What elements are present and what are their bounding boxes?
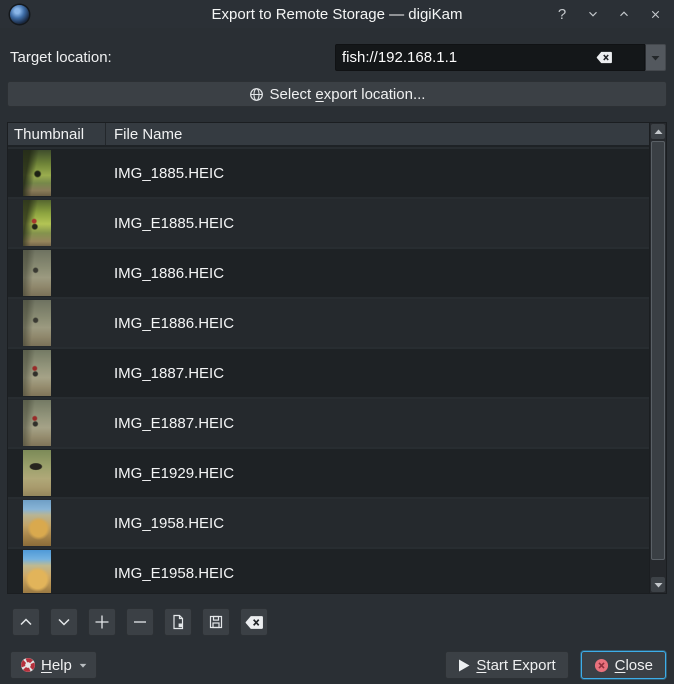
thumbnail-image [23,300,51,346]
move-up-button[interactable] [12,608,40,636]
digikam-app-icon [10,5,29,24]
dropdown-caret-icon [79,660,87,671]
table-row[interactable]: IMG_E1929.HEIC [8,447,649,497]
table-body: IMG_1885.HEIC IMG_E1885.HEIC IMG_1886.HE… [8,147,649,593]
file-name: IMG_E1885.HEIC [114,215,234,232]
close-window-button[interactable] [646,5,664,23]
triangle-up-icon [654,129,663,135]
file-name: IMG_1887.HEIC [114,365,224,382]
backspace-clear-icon [245,615,264,630]
scrollbar-thumb[interactable] [651,141,665,560]
table-row[interactable]: IMG_E1886.HEIC [8,297,649,347]
triangle-down-icon [654,582,663,588]
target-location-combobox [335,44,666,71]
clear-text-button[interactable] [595,49,613,65]
table-row[interactable]: IMG_1958.HEIC [8,497,649,547]
play-icon [458,659,470,672]
document-icon [170,614,186,630]
start-export-button[interactable]: Start Export [445,651,568,679]
thumbnail-image [23,150,51,196]
combobox-dropdown-button[interactable] [645,44,666,71]
maximize-button[interactable] [615,5,633,23]
thumbnail-image [23,400,51,446]
list-toolbar [12,608,674,636]
file-name: IMG_1885.HEIC [114,165,224,182]
chevron-down-icon [586,7,600,21]
question-mark-icon: ? [558,6,566,23]
move-down-button[interactable] [50,608,78,636]
file-name: IMG_E1886.HEIC [114,315,234,332]
file-name: IMG_E1887.HEIC [114,415,234,432]
titlebar: Export to Remote Storage — digiKam ? [0,0,674,28]
start-export-label: Start Export [476,657,555,674]
target-location-label: Target location: [10,49,112,66]
globe-icon [249,87,264,102]
thumbnail-image [23,200,51,246]
scroll-down-button[interactable] [651,577,665,592]
select-export-location-label: Select export location... [270,86,426,103]
clear-list-button[interactable] [240,608,268,636]
file-name: IMG_1886.HEIC [114,265,224,282]
dropdown-arrow-icon [651,55,660,61]
load-list-button[interactable] [164,608,192,636]
lifebuoy-help-icon [20,657,36,673]
backspace-clear-icon [596,51,613,64]
table-header: Thumbnail File Name [8,123,649,146]
column-header-thumbnail[interactable]: Thumbnail [8,123,106,145]
vertical-scrollbar[interactable] [649,123,666,593]
close-icon [649,8,662,21]
minus-icon [132,614,148,630]
thumbnail-image [23,450,51,496]
scroll-up-button[interactable] [651,124,665,139]
chevron-up-icon [617,7,631,21]
scrollbar-track[interactable] [651,140,665,576]
close-label: Close [615,657,653,674]
remove-item-button[interactable] [126,608,154,636]
close-circle-icon [594,658,609,673]
table-row[interactable]: IMG_E1887.HEIC [8,397,649,447]
chevron-up-icon [18,614,34,630]
table-row[interactable]: IMG_1886.HEIC [8,247,649,297]
file-name: IMG_E1958.HEIC [114,565,234,582]
table-row[interactable]: IMG_E1958.HEIC [8,547,649,593]
context-help-button[interactable]: ? [553,5,571,23]
help-label: Help [41,657,72,674]
table-row[interactable]: IMG_1885.HEIC [8,147,649,197]
thumbnail-image [23,550,51,593]
target-location-row: Target location: [10,44,666,71]
close-button[interactable]: Close [581,651,666,679]
thumbnail-image [23,350,51,396]
help-button[interactable]: Help [10,651,97,679]
save-list-button[interactable] [202,608,230,636]
plus-icon [94,614,110,630]
chevron-down-icon [56,614,72,630]
file-name: IMG_1958.HEIC [114,515,224,532]
column-header-file-name[interactable]: File Name [106,123,649,145]
thumbnail-image [23,500,51,546]
table-row[interactable]: IMG_E1885.HEIC [8,197,649,247]
thumbnail-image [23,250,51,296]
table-row[interactable]: IMG_1887.HEIC [8,347,649,397]
file-list-table: Thumbnail File Name IMG_1885.HEIC IMG_E1… [7,122,667,594]
file-name: IMG_E1929.HEIC [114,465,234,482]
footer-bar: Help Start Export Close [10,651,666,679]
add-item-button[interactable] [88,608,116,636]
floppy-disk-icon [208,614,224,630]
minimize-button[interactable] [584,5,602,23]
select-export-location-button[interactable]: Select export location... [7,81,667,107]
